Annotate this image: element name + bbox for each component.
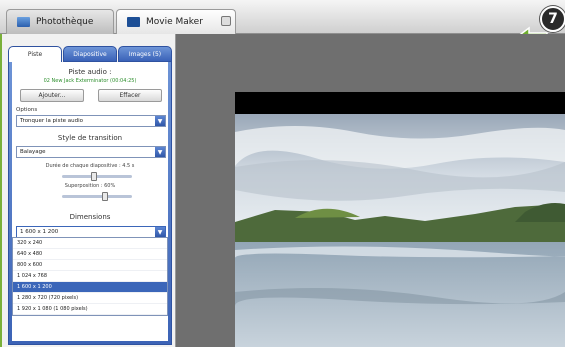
- tab-movie-maker-label: Movie Maker: [146, 17, 203, 27]
- dimension-option[interactable]: 1 024 x 768: [13, 271, 167, 282]
- tab-photo-library-label: Photothèque: [36, 17, 94, 27]
- film-icon: [127, 17, 140, 27]
- dimension-option[interactable]: 1 920 x 1 080 (1 080 pixels): [13, 304, 167, 315]
- slide-duration-thumb[interactable]: [91, 172, 97, 181]
- transition-select[interactable]: Balayage ▼: [16, 146, 166, 158]
- slide-preview-image: [235, 92, 565, 347]
- dimension-option[interactable]: 320 x 240: [13, 238, 167, 249]
- chevron-down-icon: ▼: [155, 227, 165, 237]
- chevron-down-icon: ▼: [155, 147, 165, 157]
- dimensions-select-value: 1 600 x 1 200: [20, 229, 59, 235]
- audio-track-title: Piste audio :: [68, 68, 112, 76]
- overlap-thumb[interactable]: [102, 192, 108, 201]
- preview-area: [176, 34, 565, 347]
- audio-track-name: 02 New Jack Exterminator (00:04:25): [43, 78, 137, 84]
- chevron-down-icon: ▼: [155, 116, 165, 126]
- dimension-option-selected[interactable]: 1 600 x 1 200: [13, 282, 167, 293]
- slide-duration-slider[interactable]: [62, 172, 132, 181]
- options-select[interactable]: Tronquer la piste audio ▼: [16, 115, 166, 127]
- settings-panel: Piste Diapositive Images (5) Piste audio…: [0, 34, 176, 347]
- transition-style-title: Style de transition: [57, 134, 123, 142]
- panel-tabs: Piste Diapositive Images (5): [8, 46, 172, 62]
- dimensions-dropdown-list: 320 x 240 640 x 480 800 x 600 1 024 x 76…: [12, 237, 168, 316]
- tab-movie-maker[interactable]: Movie Maker: [116, 9, 236, 34]
- dimension-option[interactable]: 640 x 480: [13, 249, 167, 260]
- dimension-option[interactable]: 800 x 600: [13, 260, 167, 271]
- photo-library-icon: [17, 17, 30, 27]
- close-tab-icon[interactable]: [221, 16, 231, 26]
- slide-duration-label: Durée de chaque diapositive : 4.5 s: [45, 163, 135, 169]
- tab-track[interactable]: Piste: [8, 46, 62, 62]
- tab-photo-library[interactable]: Photothèque: [6, 9, 114, 34]
- tab-slide[interactable]: Diapositive: [63, 46, 117, 62]
- overlap-slider[interactable]: [62, 192, 132, 201]
- dimensions-title: Dimensions: [69, 213, 111, 221]
- dimension-option[interactable]: 1 280 x 720 (720 pixels): [13, 293, 167, 304]
- options-label: Options: [16, 107, 38, 113]
- landscape-photo: [235, 92, 565, 347]
- overlap-label: Superposition : 60%: [64, 183, 116, 189]
- tab-images[interactable]: Images (5): [118, 46, 172, 62]
- add-audio-button[interactable]: Ajouter...: [20, 89, 84, 102]
- options-select-value: Tronquer la piste audio: [20, 118, 83, 124]
- transition-select-value: Balayage: [20, 149, 46, 155]
- tab-bar: Photothèque Movie Maker: [0, 0, 565, 34]
- delete-audio-button[interactable]: Effacer: [98, 89, 162, 102]
